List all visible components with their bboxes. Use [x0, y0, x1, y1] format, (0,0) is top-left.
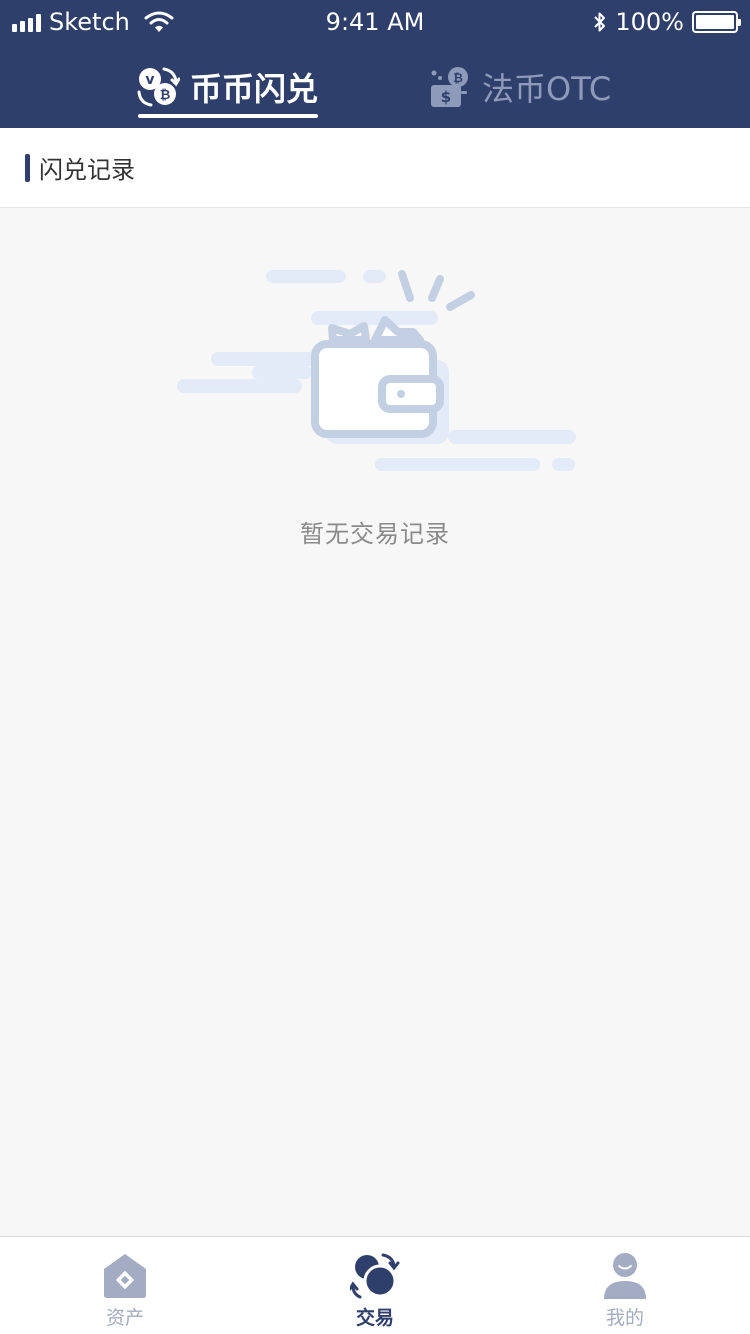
cash-coin-icon: ₿ $	[431, 67, 468, 107]
battery-percent: 100%	[615, 8, 684, 36]
circles-swap-icon	[350, 1253, 400, 1299]
tabbar-item-mine[interactable]: 我的	[500, 1237, 750, 1334]
section-header: 闪兑记录	[0, 128, 750, 208]
tabbar-item-trade[interactable]: 交易	[250, 1237, 500, 1334]
svg-text:₿: ₿	[160, 88, 171, 103]
tab-flash-exchange[interactable]: v ₿ 币币闪兑	[136, 56, 318, 118]
home-diamond-icon	[104, 1254, 146, 1298]
tabbar-label-trade: 交易	[355, 1307, 394, 1329]
status-right: 100%	[593, 8, 741, 36]
top-tabs: v ₿ 币币闪兑 ₿ $ 法币OTC	[0, 56, 750, 120]
bottom-tabbar: 资产 交易 我的	[0, 1236, 750, 1334]
section-marker	[25, 153, 30, 182]
tabbar-label-mine: 我的	[605, 1307, 644, 1329]
empty-wallet-illustration	[177, 270, 576, 471]
svg-text:v: v	[145, 72, 154, 88]
user-icon	[604, 1253, 646, 1299]
svg-text:₿: ₿	[453, 71, 463, 85]
tab-otc[interactable]: ₿ $ 法币OTC	[428, 56, 611, 118]
bluetooth-icon	[594, 12, 606, 32]
header: Sketch 9:41 AM 100% v ₿ 币币闪兑 ₿ $ 法币OTC	[0, 0, 750, 128]
tab-flash-label: 币币闪兑	[190, 70, 319, 108]
tabbar-label-assets: 资产	[105, 1307, 144, 1329]
tab-active-indicator	[138, 114, 318, 118]
empty-state-text: 暂无交易记录	[300, 520, 450, 548]
coin-swap-icon: v ₿	[137, 67, 180, 107]
section-title: 闪兑记录	[39, 156, 135, 184]
battery-icon	[692, 11, 741, 33]
tab-otc-label: 法币OTC	[482, 70, 612, 108]
tabbar-item-assets[interactable]: 资产	[0, 1237, 250, 1334]
status-bar: Sketch 9:41 AM 100%	[0, 0, 750, 44]
svg-text:$: $	[441, 88, 451, 106]
